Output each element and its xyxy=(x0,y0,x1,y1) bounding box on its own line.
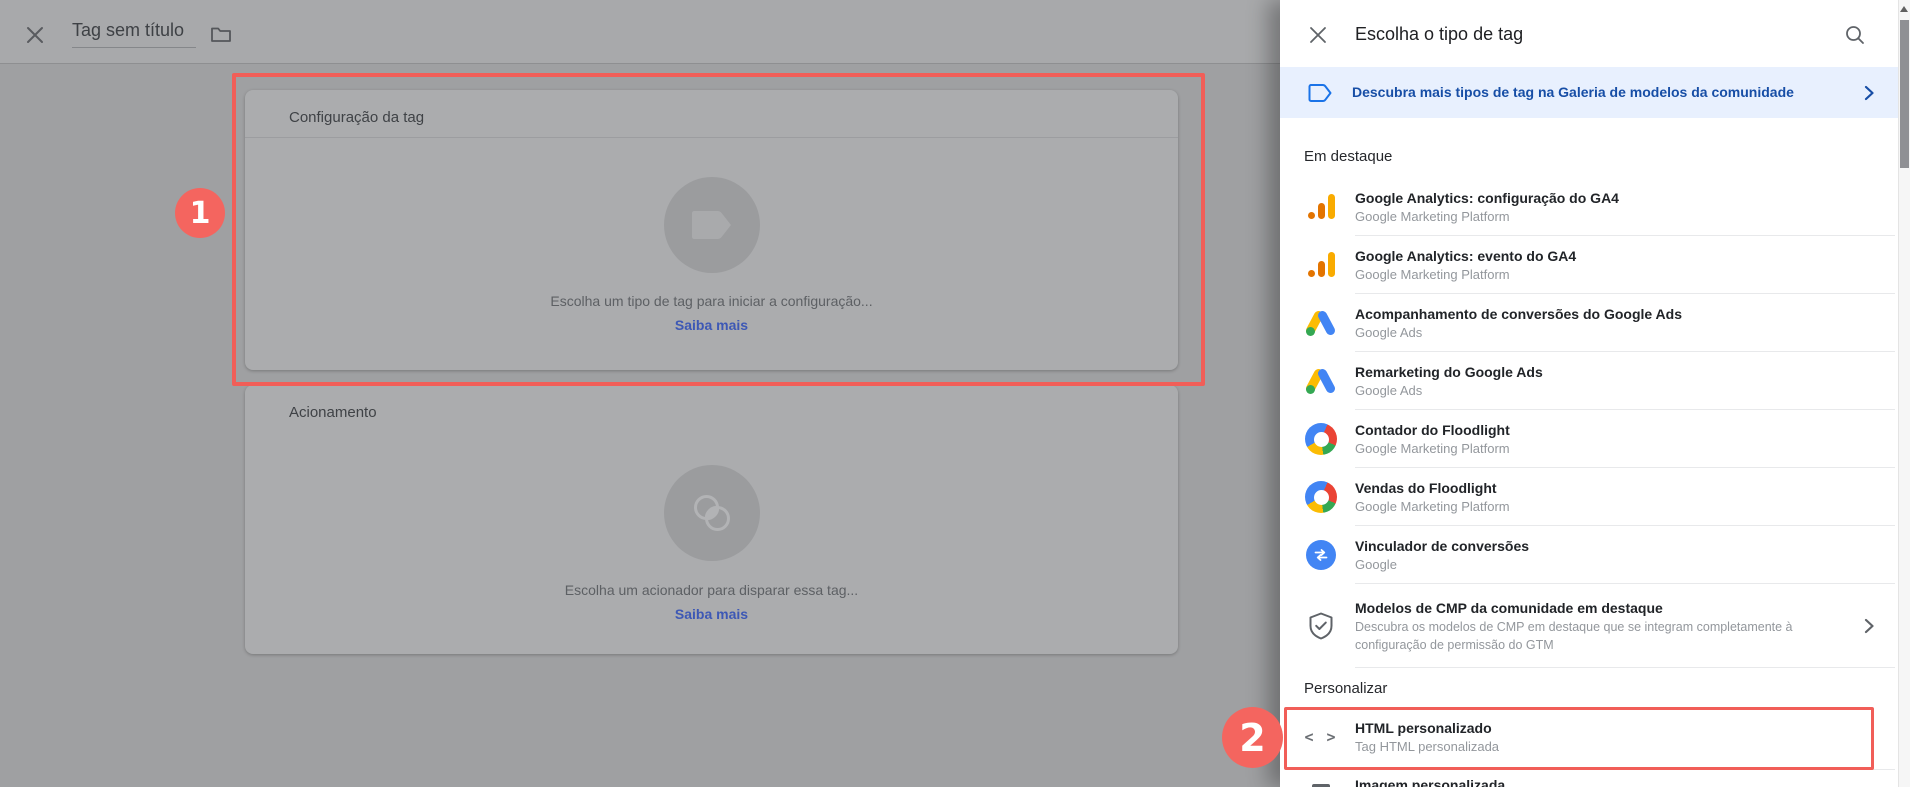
image-icon xyxy=(1305,770,1337,787)
card-header: Acionamento xyxy=(289,404,377,421)
item-subtitle: Google Marketing Platform xyxy=(1355,208,1619,226)
list-item-conversion-linker[interactable]: Vinculador de conversões Google xyxy=(1280,526,1910,584)
gtm-screenshot: Tag sem título Configuração da tag Escol… xyxy=(0,0,1910,787)
list-item-ads-remarketing[interactable]: Remarketing do Google Ads Google Ads xyxy=(1280,352,1910,410)
item-subtitle: Google Marketing Platform xyxy=(1355,498,1510,516)
row-divider xyxy=(1355,667,1895,668)
list-item-floodlight-counter[interactable]: Contador do Floodlight Google Marketing … xyxy=(1280,410,1910,468)
folder-icon[interactable] xyxy=(210,25,232,48)
tag-icon xyxy=(664,177,760,273)
chevron-right-icon xyxy=(1864,618,1874,639)
list-item-ga4-configuration[interactable]: Google Analytics: configuração do GA4 Go… xyxy=(1280,178,1910,236)
choose-tag-type-panel: Escolha o tipo de tag Descubra mais tipo… xyxy=(1280,0,1910,787)
tag-title-field[interactable]: Tag sem título xyxy=(72,20,196,48)
google-ads-icon xyxy=(1305,309,1337,337)
item-subtitle: Google Marketing Platform xyxy=(1355,440,1510,458)
tag-title: Tag sem título xyxy=(72,20,184,40)
item-subtitle: Google xyxy=(1355,556,1529,574)
trigger-card[interactable]: Acionamento Escolha um acionador para di… xyxy=(245,385,1178,654)
item-description: Descubra os modelos de CMP em destaque q… xyxy=(1355,618,1850,654)
list-item-ads-conversion-tracking[interactable]: Acompanhamento de conversões do Google A… xyxy=(1280,294,1910,352)
list-item-custom-image[interactable]: Imagem personalizada xyxy=(1280,770,1910,787)
card-header-divider xyxy=(245,137,1178,138)
step2-badge: 2 xyxy=(1222,707,1283,768)
google-analytics-icon xyxy=(1305,194,1337,220)
step1-badge: 1 xyxy=(175,188,225,238)
scrollbar-thumb[interactable] xyxy=(1900,20,1909,168)
item-title: Remarketing do Google Ads xyxy=(1355,363,1543,382)
code-icon: < > xyxy=(1305,728,1337,746)
item-title: Imagem personalizada xyxy=(1355,776,1505,787)
item-subtitle: Google Ads xyxy=(1355,324,1682,342)
floodlight-icon xyxy=(1305,481,1337,513)
editor-topbar: Tag sem título xyxy=(0,0,1280,64)
tag-config-hint: Escolha um tipo de tag para iniciar a co… xyxy=(245,293,1178,309)
card-header: Configuração da tag xyxy=(289,109,424,126)
section-featured: Em destaque xyxy=(1304,148,1392,165)
tag-outline-icon xyxy=(1308,82,1333,109)
list-item-floodlight-sales[interactable]: Vendas do Floodlight Google Marketing Pl… xyxy=(1280,468,1910,526)
item-title: Acompanhamento de conversões do Google A… xyxy=(1355,305,1682,324)
scroll-up-icon[interactable] xyxy=(1900,6,1908,12)
community-gallery-banner[interactable]: Descubra mais tipos de tag na Galeria de… xyxy=(1280,67,1910,118)
item-title: HTML personalizado xyxy=(1355,719,1499,738)
section-custom: Personalizar xyxy=(1304,680,1387,697)
chevron-right-icon xyxy=(1864,85,1874,106)
item-title: Vinculador de conversões xyxy=(1355,537,1529,556)
list-item-cmp-templates[interactable]: Modelos de CMP da comunidade em destaque… xyxy=(1280,584,1910,668)
tag-configuration-card[interactable]: Configuração da tag Escolha um tipo de t… xyxy=(245,90,1178,370)
google-analytics-icon xyxy=(1305,252,1337,278)
google-ads-icon xyxy=(1305,367,1337,395)
trigger-icon xyxy=(664,465,760,561)
item-subtitle: Google Marketing Platform xyxy=(1355,266,1576,284)
panel-title: Escolha o tipo de tag xyxy=(1355,24,1523,45)
item-title: Google Analytics: evento do GA4 xyxy=(1355,247,1576,266)
item-subtitle: Tag HTML personalizada xyxy=(1355,738,1499,756)
learn-more-link[interactable]: Saiba mais xyxy=(245,606,1178,622)
list-item-ga4-event[interactable]: Google Analytics: evento do GA4 Google M… xyxy=(1280,236,1910,294)
item-subtitle: Google Ads xyxy=(1355,382,1543,400)
floodlight-icon xyxy=(1305,423,1337,455)
close-icon[interactable] xyxy=(1309,26,1327,49)
item-title: Modelos de CMP da comunidade em destaque xyxy=(1355,599,1850,618)
shield-check-icon xyxy=(1305,611,1337,641)
list-item-custom-html[interactable]: < > HTML personalizado Tag HTML personal… xyxy=(1280,708,1910,766)
learn-more-link[interactable]: Saiba mais xyxy=(245,317,1178,333)
conversion-linker-icon xyxy=(1305,540,1337,570)
close-icon[interactable] xyxy=(25,25,45,50)
trigger-hint: Escolha um acionador para disparar essa … xyxy=(245,582,1178,598)
item-title: Contador do Floodlight xyxy=(1355,421,1510,440)
search-icon[interactable] xyxy=(1844,24,1866,51)
banner-text: Descubra mais tipos de tag na Galeria de… xyxy=(1352,84,1794,100)
panel-scrollbar-track xyxy=(1898,0,1910,787)
item-title: Vendas do Floodlight xyxy=(1355,479,1510,498)
item-title: Google Analytics: configuração do GA4 xyxy=(1355,189,1619,208)
